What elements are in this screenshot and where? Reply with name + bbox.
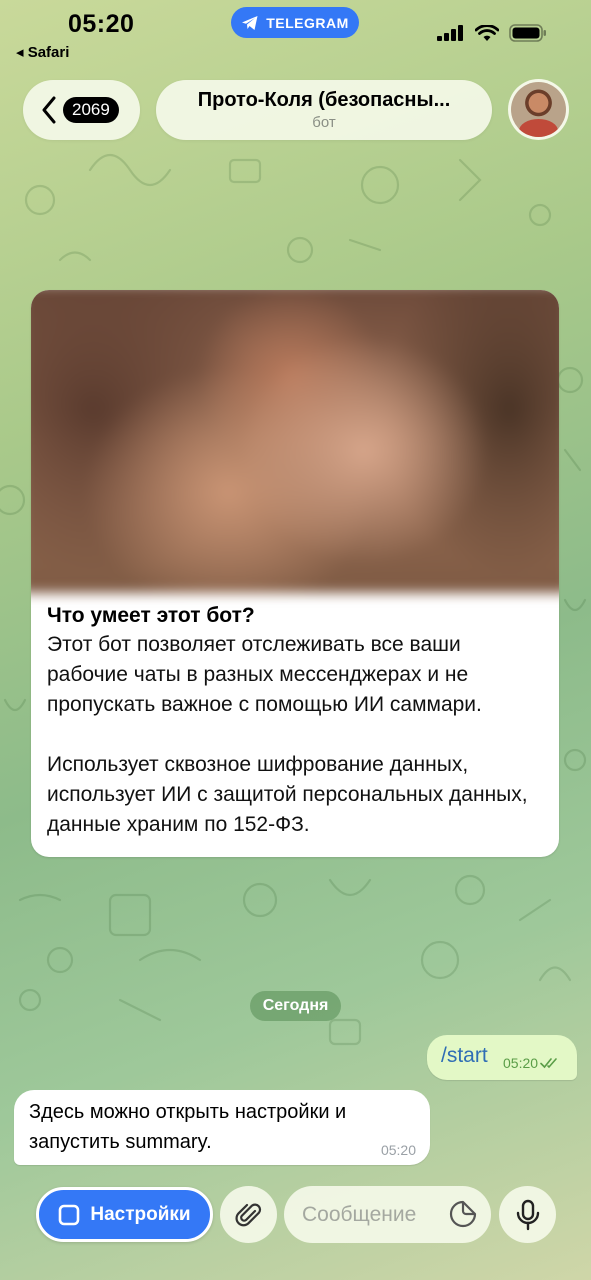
menu-square-icon — [59, 1204, 80, 1225]
bot-info-text: Этот бот позволяет отслеживать все ваши … — [47, 633, 528, 836]
telegram-pill[interactable]: TELEGRAM — [231, 7, 359, 38]
bot-info-title: Что умеет этот бот? — [47, 604, 255, 627]
message-time: 05:20 — [503, 1055, 539, 1071]
avatar-image — [511, 82, 566, 137]
sticker-icon[interactable] — [449, 1200, 477, 1228]
microphone-icon — [516, 1199, 539, 1230]
chat-subtitle: бот — [312, 114, 336, 131]
outgoing-message[interactable]: /start 05:20 — [427, 1035, 577, 1080]
attach-button[interactable] — [220, 1186, 277, 1243]
incoming-message[interactable]: Здесь можно открыть настройки и запустит… — [14, 1090, 430, 1165]
telegram-icon — [242, 15, 258, 30]
chat-header[interactable]: Прото-Коля (безопасны... бот — [156, 80, 492, 140]
bot-avatar[interactable] — [508, 79, 569, 140]
message-text[interactable]: /start — [441, 1044, 488, 1068]
unread-count-badge: 2069 — [63, 97, 119, 123]
chevron-left-icon — [42, 96, 56, 124]
cellular-signal-icon — [437, 25, 463, 41]
message-input[interactable] — [302, 1202, 442, 1227]
settings-menu-button[interactable]: Настройки — [36, 1187, 213, 1242]
back-to-safari-link[interactable]: ◂ Safari — [16, 43, 69, 61]
back-button[interactable]: 2069 — [23, 80, 140, 140]
message-text: Здесь можно открыть настройки и запустит… — [29, 1101, 347, 1153]
telegram-pill-label: TELEGRAM — [266, 14, 349, 31]
settings-menu-label: Настройки — [90, 1203, 191, 1225]
message-input-field[interactable] — [284, 1186, 491, 1243]
battery-icon — [509, 24, 546, 42]
date-separator: Сегодня — [250, 991, 341, 1021]
message-time: 05:20 — [380, 1142, 416, 1158]
status-icons — [437, 24, 547, 42]
message-meta: 05:20 — [503, 1055, 560, 1071]
bot-info-card: Что умеет этот бот? Этот бот позволяет о… — [31, 290, 559, 857]
status-time: 05:20 — [68, 10, 135, 38]
status-bar: 05:20 ◂ Safari TELEGRAM — [0, 0, 591, 70]
double-check-icon — [540, 1058, 557, 1069]
chat-title: Прото-Коля (безопасны... — [197, 89, 451, 111]
bot-info-image — [31, 290, 559, 593]
microphone-button[interactable] — [499, 1186, 556, 1243]
wifi-icon — [475, 24, 499, 41]
paperclip-icon — [235, 1203, 261, 1226]
